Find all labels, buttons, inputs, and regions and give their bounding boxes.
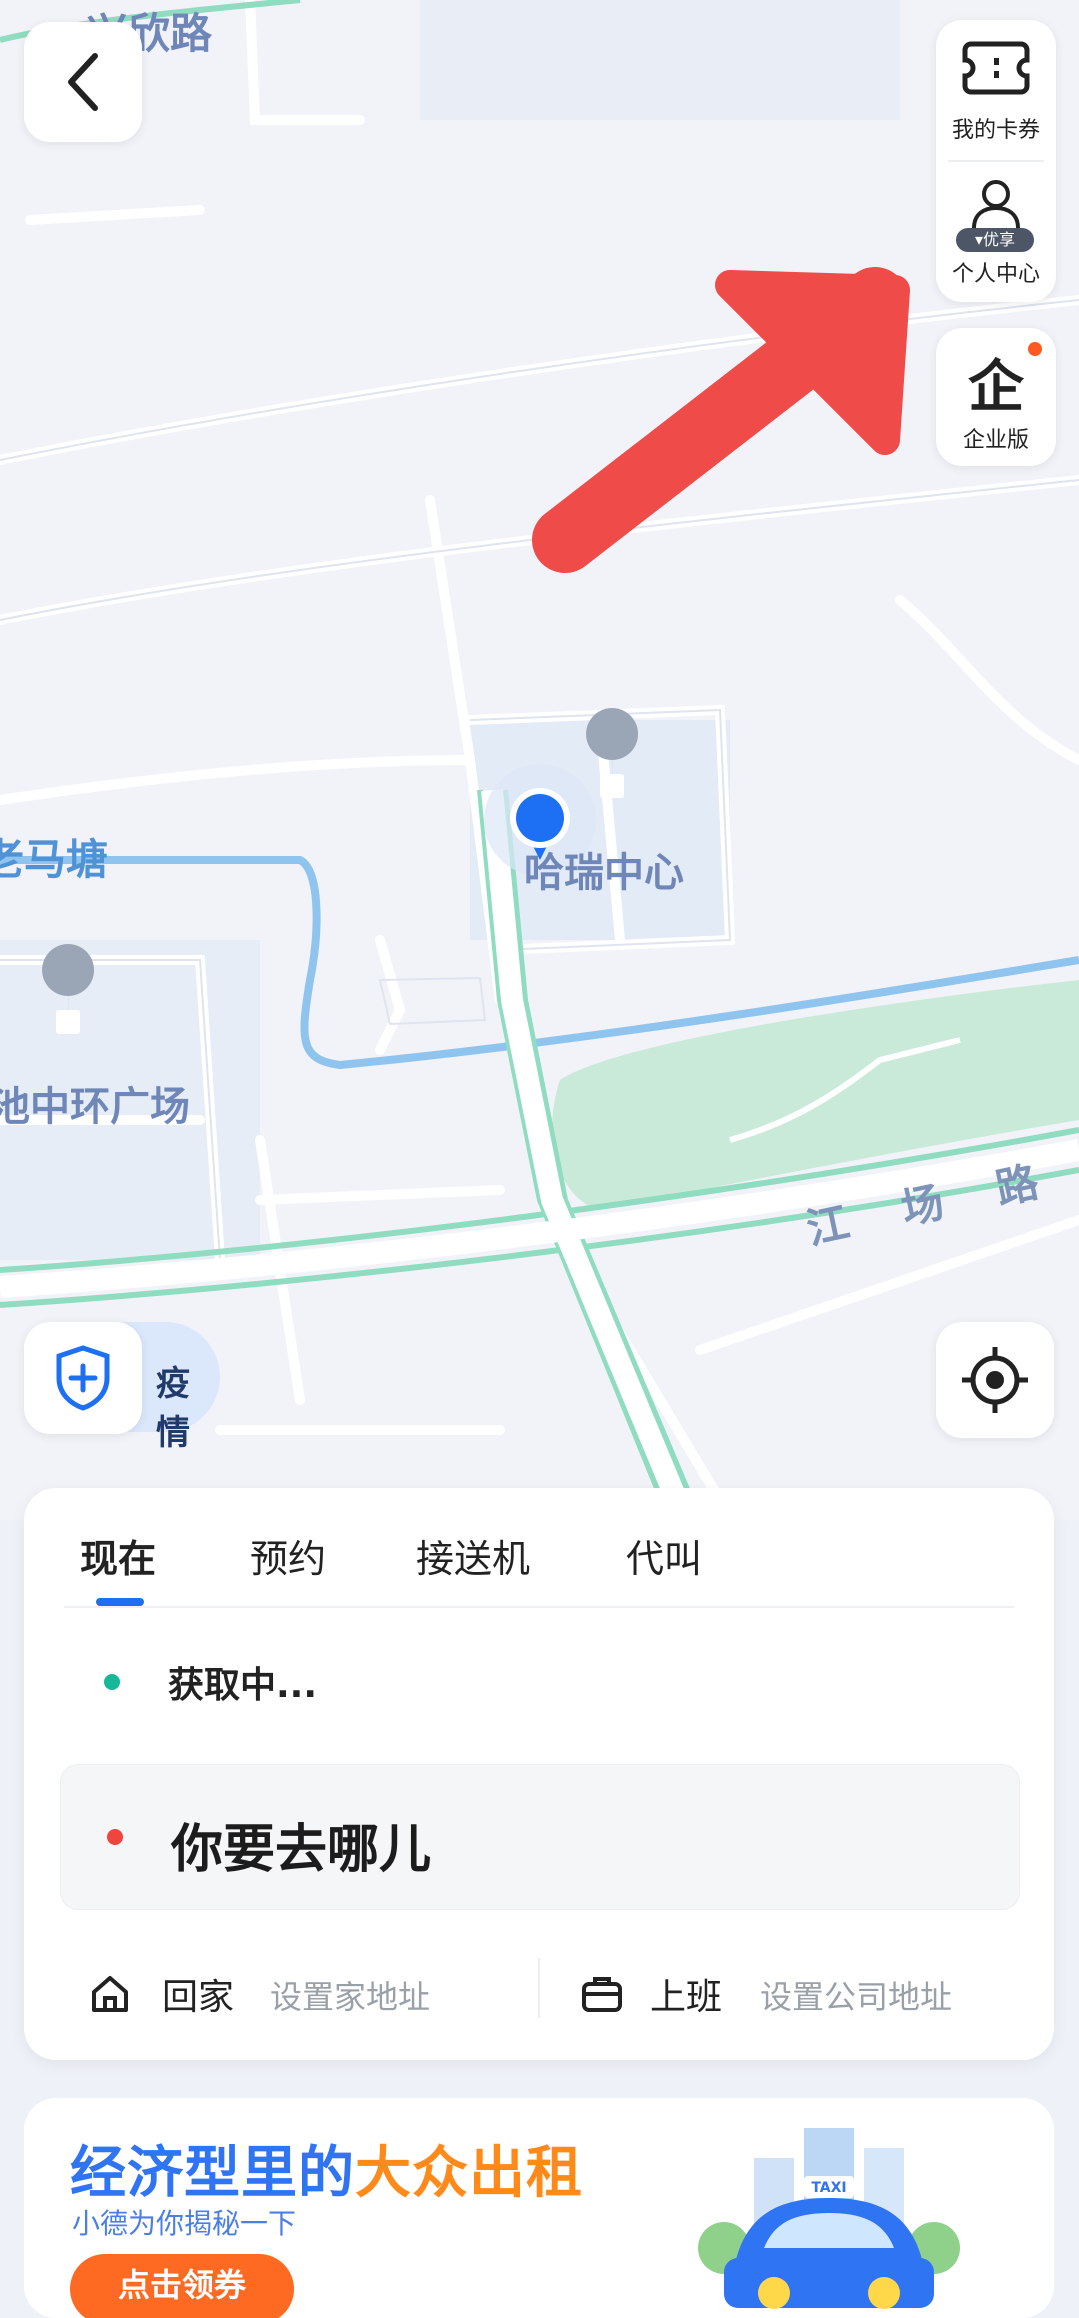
profile-badge: ▾优享 bbox=[956, 228, 1034, 252]
banner-title: 经济型里的大众出租 bbox=[70, 2128, 583, 2209]
destination-dot bbox=[107, 1829, 123, 1845]
chevron-left-icon bbox=[68, 53, 98, 111]
enterprise-button[interactable]: 企 企业版 bbox=[936, 328, 1056, 466]
map-roads bbox=[0, 0, 1079, 1520]
epidemic-label: 疫情 bbox=[156, 1364, 190, 1453]
start-dot bbox=[104, 1674, 120, 1690]
destination-input[interactable]: 你要去哪儿 bbox=[60, 1764, 1020, 1910]
banner-subtitle: 小德为你揭秘一下 bbox=[72, 2207, 297, 2240]
tab-airport[interactable]: 接送机 bbox=[416, 1528, 530, 1583]
tab-indicator bbox=[96, 1598, 144, 1606]
top-right-panel: 我的卡券 ▾优享 个人中心 bbox=[936, 20, 1056, 302]
panel-divider bbox=[948, 160, 1044, 162]
shortcut-divider bbox=[538, 1958, 540, 2018]
tab-call-for-others[interactable]: 代叫 bbox=[626, 1528, 702, 1583]
ticket-icon bbox=[962, 41, 1030, 95]
taxi-illustration: TAXI bbox=[698, 2128, 960, 2309]
back-button[interactable] bbox=[24, 22, 142, 142]
coupons-label: 我的卡券 bbox=[951, 118, 1040, 143]
map-poi-label-left: 池中环广场 bbox=[0, 1084, 190, 1130]
enterprise-label: 企业版 bbox=[962, 428, 1029, 453]
safety-shield-button[interactable] bbox=[24, 1322, 142, 1434]
coupons-button[interactable]: 我的卡券 bbox=[936, 38, 1056, 160]
banner-title-part1: 经济型里的 bbox=[70, 2141, 355, 2206]
claim-coupon-button[interactable]: 点击领券 bbox=[70, 2254, 294, 2318]
map-water-label: 老马塘 bbox=[0, 835, 109, 884]
map-poi-label: 哈瑞中心 bbox=[524, 850, 684, 896]
map-view[interactable]: 兴欣路 老马塘 哈瑞中心 池中环广场 江 场 路 bbox=[0, 0, 1079, 1520]
tab-now[interactable]: 现在 bbox=[80, 1528, 156, 1583]
user-icon bbox=[972, 180, 1020, 229]
profile-badge-text: 优享 bbox=[983, 230, 1016, 249]
promo-banner[interactable]: 经济型里的大众出租 小德为你揭秘一下 点击领券 TAXI bbox=[24, 2098, 1054, 2318]
work-hint: 设置公司地址 bbox=[760, 1978, 953, 2016]
taxi-sign-text: TAXI bbox=[811, 2180, 846, 2196]
work-label: 上班 bbox=[650, 1977, 723, 2018]
home-label: 回家 bbox=[162, 1977, 235, 2018]
profile-button[interactable]: ▾优享 个人中心 bbox=[936, 178, 1056, 298]
crosshair-icon bbox=[962, 1347, 1028, 1413]
shield-plus-icon bbox=[56, 1345, 110, 1411]
profile-label: 个人中心 bbox=[951, 262, 1040, 287]
ride-request-card: 现在 预约 接送机 代叫 获取中... 你要去哪儿 回家 设置家地址 上班 设置… bbox=[24, 1488, 1054, 2060]
banner-title-part2: 大众出租 bbox=[355, 2141, 583, 2206]
briefcase-icon bbox=[582, 1977, 622, 2012]
tab-divider bbox=[64, 1606, 1014, 1608]
tab-reserve[interactable]: 预约 bbox=[250, 1528, 326, 1583]
locate-me-button[interactable] bbox=[936, 1322, 1054, 1438]
chevron-down-icon: ▾ bbox=[974, 230, 983, 249]
home-icon bbox=[92, 1976, 128, 2012]
enterprise-icon: 企 bbox=[968, 355, 1024, 420]
destination-placeholder: 你要去哪儿 bbox=[171, 1820, 432, 1880]
start-location[interactable]: 获取中... bbox=[168, 1656, 317, 1708]
home-hint: 设置家地址 bbox=[270, 1978, 431, 2016]
